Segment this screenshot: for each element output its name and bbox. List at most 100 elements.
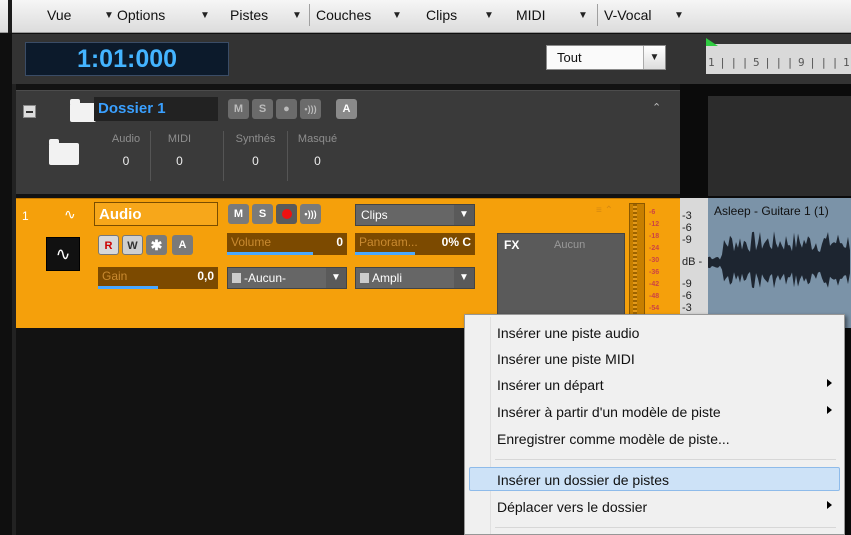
output-select[interactable]: Ampli ▼ (355, 267, 475, 289)
menu-couches[interactable]: Couches ▼ (309, 4, 409, 27)
output-value: Ampli (372, 271, 403, 285)
db-tick: -6 (682, 290, 692, 302)
menu-separator (309, 4, 310, 26)
audio-clip[interactable]: Asleep - Guitare 1 (1) (708, 198, 851, 328)
time-display[interactable]: 1:01:000 (25, 42, 229, 76)
menu-item-insert-send[interactable]: Insérer un départ (469, 373, 840, 397)
audio-waveform-icon: ∿ (64, 206, 76, 222)
menu-vue[interactable]: Vue ▼ (47, 7, 125, 27)
timeline-ruler[interactable]: 1 | | | 5 | | | 9 | | | 1 (698, 34, 851, 84)
clip-title: Asleep - Guitare 1 (1) (714, 204, 829, 218)
folder-record-button[interactable]: ● (276, 99, 297, 119)
input-echo-icon[interactable]: •))) (300, 204, 321, 224)
menu-v-vocal-label: V-Vocal (604, 7, 652, 23)
menu-item-insert-from-template[interactable]: Insérer à partir d'un modèle de piste (469, 400, 840, 424)
folder-mute-button[interactable]: M (228, 99, 249, 119)
track-view-value: Clips (361, 208, 388, 222)
chevron-down-icon: ▼ (674, 10, 684, 21)
track-solo-button[interactable]: S (252, 204, 273, 224)
track-view-select[interactable]: Clips ▼ (355, 204, 475, 226)
folder-large-icon (49, 139, 79, 165)
track-filter-select[interactable]: Tout ▼ (546, 45, 666, 70)
menu-midi-label: MIDI (516, 7, 546, 23)
menu-pistes-label: Pistes (230, 7, 269, 23)
menu-options[interactable]: Options ▼ (117, 7, 217, 27)
menu-pistes[interactable]: Pistes ▼ (230, 7, 310, 27)
db-tick: -9 (682, 278, 692, 290)
menu-item-move-to-folder[interactable]: Déplacer vers le dossier (469, 495, 840, 519)
chevron-down-icon[interactable]: ▼ (454, 205, 474, 225)
input-select[interactable]: -Aucun- ▼ (227, 267, 347, 289)
menu-clips-label: Clips (426, 7, 458, 23)
menu-item-insert-midi-track[interactable]: Insérer une piste MIDI (469, 347, 840, 371)
menu-item-label: Déplacer vers le dossier (497, 499, 648, 515)
track-folder[interactable]: Dossier 1 M S ● •))) A ⌃ Audio 0 MIDI 0 … (16, 90, 680, 194)
folder-clip-lane[interactable] (708, 96, 851, 196)
menu-midi[interactable]: MIDI ▼ (516, 7, 596, 27)
db-tick: -3 (682, 302, 692, 314)
context-menu: Insérer une piste audio Insérer une pist… (464, 314, 845, 535)
chevron-down-icon: ▼ (484, 10, 494, 21)
menu-clips[interactable]: Clips ▼ (426, 7, 506, 27)
menu-v-vocal[interactable]: V-Vocal ▼ (597, 4, 697, 27)
chevron-down-icon[interactable]: ▼ (454, 268, 474, 288)
write-automation-button[interactable]: W (122, 235, 143, 255)
menu-item-save-as-template[interactable]: Enregistrer comme modèle de piste... (469, 427, 840, 451)
stat-audio-label: Audio (111, 133, 141, 145)
menu-item-label: Insérer un départ (497, 377, 604, 393)
meter-tick: -18 (649, 233, 660, 240)
db-tick: -3 (682, 210, 692, 222)
pan-slider[interactable]: Panoram... 0% C (355, 233, 475, 255)
asterisk-icon[interactable]: ✱ (146, 235, 167, 255)
chevron-down-icon: ▼ (200, 10, 210, 21)
chevron-down-icon[interactable]: ▼ (326, 268, 346, 288)
folder-automation-button[interactable]: A (336, 99, 357, 119)
stat-midi-value: 0 (176, 154, 183, 168)
gain-slider[interactable]: Gain 0,0 (98, 267, 218, 289)
menu-separator (495, 527, 836, 528)
input-value: -Aucun- (244, 271, 287, 285)
output-icon (360, 273, 369, 283)
volume-label: Volume (231, 235, 272, 249)
folder-input-echo-icon[interactable]: •))) (300, 99, 321, 119)
meter-tick: -12 (649, 221, 660, 228)
meter-tick: -54 (649, 305, 660, 312)
folder-expand-icon[interactable]: ⌃ (652, 101, 661, 114)
track-name[interactable]: Audio (94, 202, 218, 226)
volume-value: 0 (336, 235, 343, 249)
collapse-folder-icon[interactable] (23, 105, 36, 118)
folder-solo-button[interactable]: S (252, 99, 273, 119)
meter-tick: -6 (649, 209, 656, 216)
meter-scale: -6 -12 -18 -24 -30 -36 -42 -48 -54 (649, 209, 673, 319)
audio-track[interactable]: 1 ∿ Audio M S •))) Clips ▼ ∿ R W ✱ A Vol… (16, 198, 680, 328)
track-automation-button[interactable]: A (172, 235, 193, 255)
db-tick: -6 (682, 222, 692, 234)
meter-tick: -30 (649, 257, 660, 264)
record-arm-icon[interactable] (276, 204, 297, 224)
gain-fill (98, 286, 158, 289)
stat-masque-value: 0 (314, 154, 321, 168)
menu-item-insert-audio-track[interactable]: Insérer une piste audio (469, 321, 840, 345)
fx-bin[interactable]: FX Aucun (497, 233, 625, 319)
track-expand-icon[interactable]: ≡ ⌃ (596, 205, 613, 216)
track-number: 1 (22, 209, 29, 223)
menu-item-label: Insérer un dossier de pistes (497, 472, 669, 488)
gain-value: 0,0 (197, 269, 214, 283)
stat-masque-label: Masqué (297, 133, 338, 145)
folder-name[interactable]: Dossier 1 (94, 97, 218, 121)
pan-value: 0% C (441, 235, 471, 249)
meter-tick: -48 (649, 293, 660, 300)
read-automation-button[interactable]: R (98, 235, 119, 255)
menu-item-insert-track-folder[interactable]: Insérer un dossier de pistes (469, 467, 840, 491)
folder-icon (70, 99, 96, 122)
volume-slider[interactable]: Volume 0 (227, 233, 347, 255)
chevron-down-icon: ▼ (392, 10, 402, 21)
menu-separator (597, 4, 598, 26)
chevron-down-icon[interactable]: ▼ (643, 46, 665, 69)
track-mute-button[interactable]: M (228, 204, 249, 224)
menu-item-label: Insérer une piste audio (497, 325, 640, 341)
start-marker-icon[interactable] (706, 38, 718, 46)
stat-audio: Audio 0 (102, 131, 150, 181)
stat-masque: Masqué 0 (287, 131, 347, 181)
db-tick: -9 (682, 234, 692, 246)
